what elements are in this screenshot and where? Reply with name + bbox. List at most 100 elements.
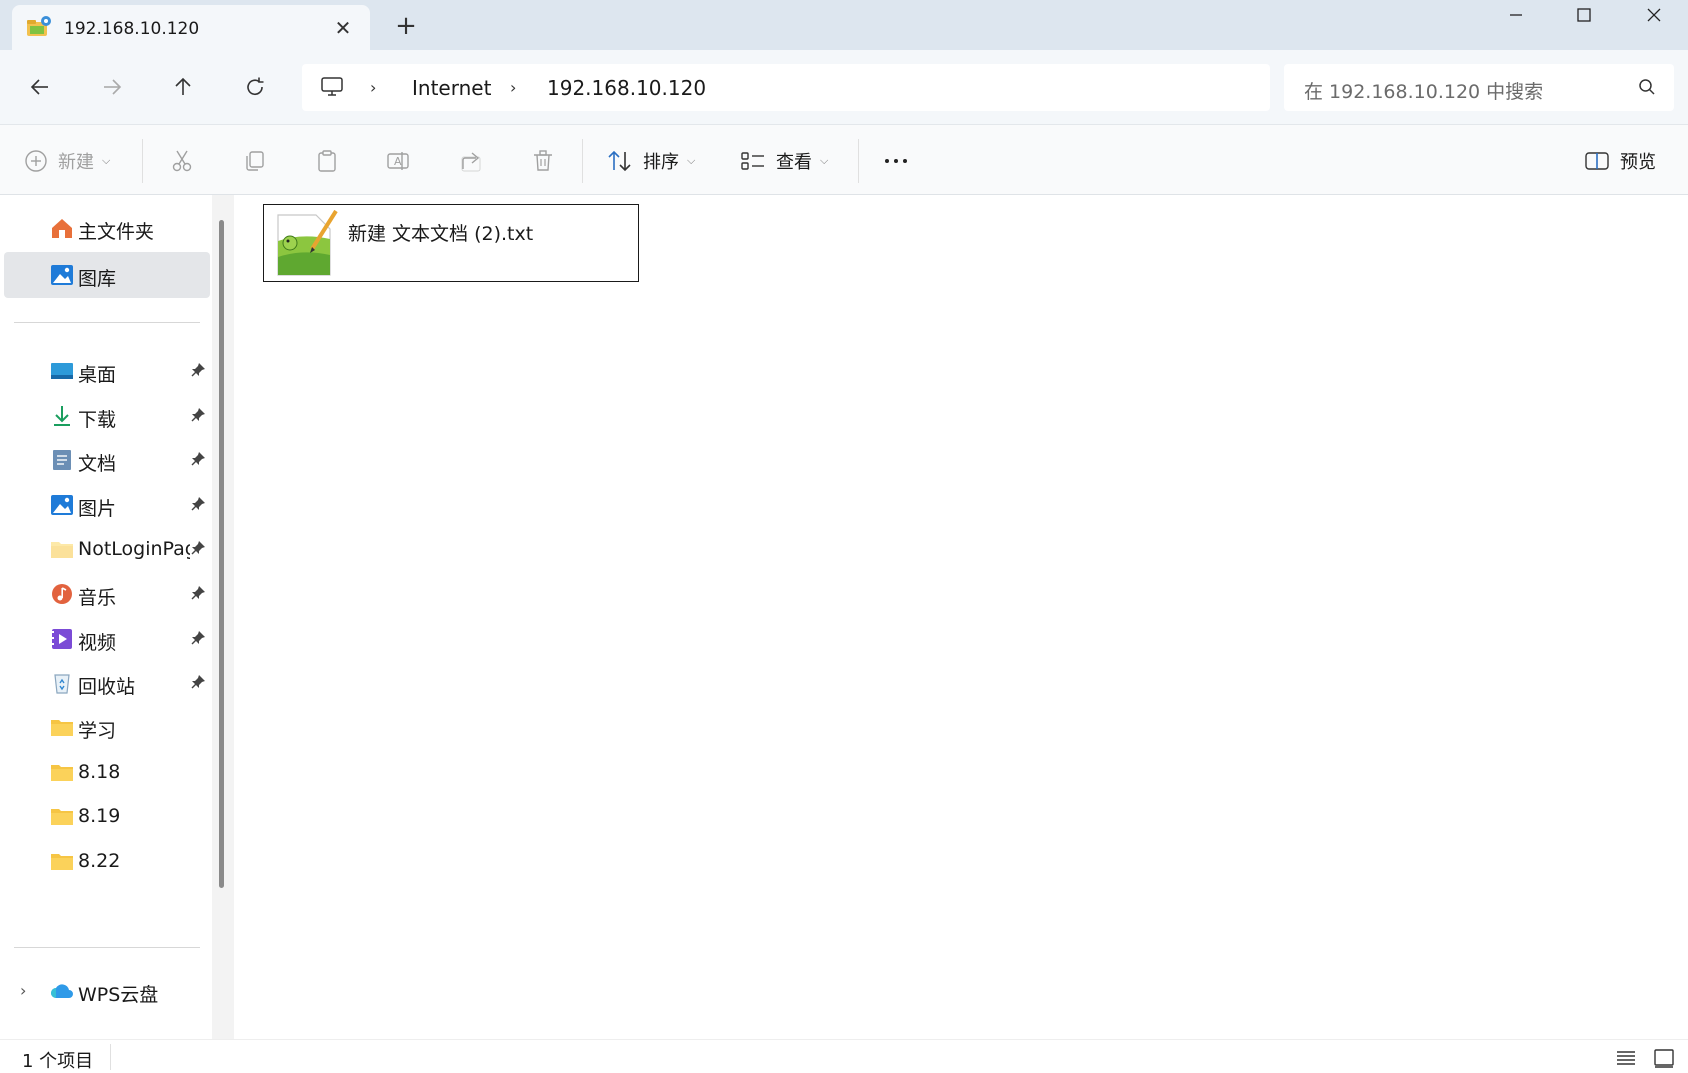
- pin-icon[interactable]: [190, 496, 206, 512]
- search-input[interactable]: 在 192.168.10.120 中搜索: [1304, 77, 1543, 104]
- more-icon: [885, 159, 907, 163]
- svg-text:A: A: [394, 155, 402, 168]
- sidebar-item-8-22[interactable]: 8.22: [4, 838, 210, 884]
- new-tab-button[interactable]: +: [392, 11, 420, 41]
- maximize-button[interactable]: [1554, 0, 1614, 30]
- video-icon: [52, 629, 72, 649]
- preview-pane-button[interactable]: 预览: [1584, 143, 1656, 179]
- forward-button[interactable]: [92, 67, 132, 107]
- preview-pane-icon: [1585, 152, 1609, 170]
- computer-icon: [321, 77, 343, 96]
- search-box[interactable]: 在 192.168.10.120 中搜索: [1284, 64, 1674, 111]
- close-window-button[interactable]: [1624, 0, 1684, 30]
- network-folder-icon: [27, 16, 51, 36]
- breadcrumb-internet[interactable]: Internet: [412, 76, 491, 100]
- pin-icon[interactable]: [190, 674, 206, 690]
- sidebar-item-label: 主文件夹: [78, 221, 155, 243]
- pin-icon[interactable]: [190, 362, 206, 378]
- arrow-left-icon: [30, 79, 48, 95]
- paste-button[interactable]: [315, 143, 339, 179]
- chevron-right-icon[interactable]: ›: [370, 78, 376, 97]
- rename-button[interactable]: A: [386, 143, 410, 179]
- rename-icon: A: [387, 152, 409, 170]
- sidebar-item-pictures[interactable]: 图片: [4, 482, 210, 528]
- navigation-pane: 主文件夹 图库 桌面 下载 文档 图片 NotLoginPage 音乐 视频: [0, 195, 234, 1039]
- sidebar-item-label: 视频: [78, 632, 117, 654]
- sidebar-item-label: NotLoginPage: [78, 538, 190, 560]
- folder-icon: [51, 854, 73, 870]
- sidebar-item-label: 8.22: [78, 850, 121, 872]
- sidebar-item-documents[interactable]: 文档: [4, 437, 210, 483]
- chevron-down-icon: ⌵: [687, 154, 696, 167]
- trash-icon: [534, 150, 552, 171]
- copy-button[interactable]: [243, 143, 267, 179]
- scissors-icon: [172, 150, 192, 172]
- chevron-right-icon[interactable]: ›: [20, 981, 26, 1000]
- delete-button[interactable]: [531, 143, 555, 179]
- sidebar-item-music[interactable]: 音乐: [4, 571, 210, 617]
- arrow-right-icon: [104, 79, 122, 95]
- pin-icon[interactable]: [190, 407, 206, 423]
- details-view-icon[interactable]: [1614, 1046, 1638, 1070]
- sort-label: 排序: [643, 152, 679, 173]
- refresh-button[interactable]: [235, 67, 275, 107]
- sidebar-scrollbar-thumb[interactable]: [219, 220, 224, 888]
- sidebar-item-notloginpage[interactable]: NotLoginPage: [4, 526, 210, 572]
- minimize-button[interactable]: [1486, 0, 1546, 30]
- share-icon: [461, 152, 481, 172]
- divider: [110, 1044, 111, 1070]
- pin-icon[interactable]: [190, 540, 206, 556]
- chevron-right-icon[interactable]: ›: [510, 78, 516, 97]
- sort-button[interactable]: 排序 ⌵: [607, 143, 695, 179]
- sidebar-item-label: 回收站: [78, 676, 136, 698]
- minimize-icon: [1510, 14, 1522, 16]
- tiles-view-icon[interactable]: [1652, 1046, 1676, 1070]
- tab-active[interactable]: 192.168.10.120 ✕: [12, 5, 370, 51]
- pin-icon[interactable]: [190, 585, 206, 601]
- cut-button[interactable]: [170, 143, 194, 179]
- view-label: 查看: [776, 152, 812, 173]
- sidebar-item-label: 音乐: [78, 587, 117, 609]
- pin-icon[interactable]: [190, 451, 206, 467]
- sidebar-item-desktop[interactable]: 桌面: [4, 348, 210, 394]
- copy-icon: [246, 151, 264, 171]
- status-bar: 1 个项目: [0, 1039, 1688, 1073]
- recycle-bin-icon: [54, 674, 70, 694]
- new-button[interactable]: 新建 ⌵: [24, 143, 110, 179]
- chevron-down-icon: ⌵: [820, 154, 829, 167]
- file-item[interactable]: 新建 文本文档 (2).txt: [263, 204, 639, 282]
- sidebar-item-videos[interactable]: 视频: [4, 616, 210, 662]
- file-list-area[interactable]: 新建 文本文档 (2).txt: [234, 195, 1688, 1039]
- item-count: 1 个项目: [22, 1051, 94, 1072]
- divider: [858, 139, 859, 183]
- search-icon: [1639, 79, 1655, 95]
- sidebar-item-label: 下载: [78, 409, 117, 431]
- sidebar-item-home[interactable]: 主文件夹: [4, 205, 210, 251]
- sidebar-item-label: 8.18: [78, 761, 121, 783]
- sidebar-item-8-19[interactable]: 8.19: [4, 793, 210, 839]
- sidebar-item-downloads[interactable]: 下载: [4, 393, 210, 439]
- tab-close-icon[interactable]: ✕: [330, 15, 356, 41]
- sidebar-item-label: 学习: [78, 720, 117, 742]
- share-button[interactable]: [459, 143, 483, 179]
- cloud-icon: [51, 984, 73, 998]
- sidebar-item-8-18[interactable]: 8.18: [4, 749, 210, 795]
- up-button[interactable]: [163, 67, 203, 107]
- more-options-button[interactable]: [882, 143, 910, 179]
- sort-icon: [608, 150, 631, 172]
- sidebar-item-recycle-bin[interactable]: 回收站: [4, 660, 210, 706]
- breadcrumb-host[interactable]: 192.168.10.120: [547, 76, 706, 100]
- sidebar-item-gallery[interactable]: 图库: [4, 252, 210, 298]
- sidebar-item-label: 图片: [78, 498, 117, 520]
- address-bar[interactable]: › Internet › 192.168.10.120: [302, 64, 1270, 111]
- view-button[interactable]: 查看 ⌵: [740, 143, 828, 179]
- navigation-bar: › Internet › 192.168.10.120 在 192.168.10…: [0, 50, 1688, 124]
- sidebar-item-study[interactable]: 学习: [4, 704, 210, 750]
- preview-label: 预览: [1620, 152, 1656, 173]
- sidebar-item-label: WPS云盘: [78, 984, 159, 1006]
- folder-icon: [51, 542, 73, 558]
- view-layout-icon: [741, 152, 764, 170]
- pin-icon[interactable]: [190, 630, 206, 646]
- sidebar-item-wps-cloud[interactable]: › WPS云盘: [4, 968, 210, 1014]
- back-button[interactable]: [20, 67, 60, 107]
